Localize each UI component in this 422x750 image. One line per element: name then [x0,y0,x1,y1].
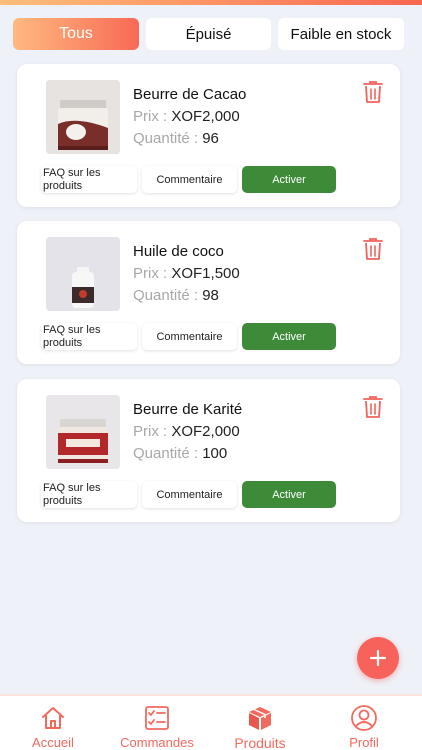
nav-label-products: Produits [234,735,286,750]
tab-low-stock[interactable]: Faible en stock [278,18,404,50]
price-value: XOF2,000 [171,423,240,440]
product-price: Prix : XOF2,000 [133,423,240,440]
coconut-oil-bottle-image [46,237,120,311]
nav-item-products[interactable]: Produits [215,696,305,750]
product-quantity: Quantité : 96 [133,130,219,147]
nav-label-profile: Profil [349,735,379,750]
quantity-value: 98 [202,287,219,304]
product-price: Prix : XOF2,000 [133,108,240,125]
nav-label-home: Accueil [32,735,74,750]
tab-all[interactable]: Tous [13,18,139,50]
product-image [46,395,120,469]
nav-item-home[interactable]: Accueil [8,696,98,750]
quantity-label: Quantité : [133,130,203,147]
product-price: Prix : XOF1,500 [133,265,240,282]
product-name: Huile de coco [133,243,224,260]
quantity-label: Quantité : [133,287,203,304]
nav-item-orders[interactable]: Commandes [112,696,202,750]
trash-icon[interactable] [363,80,383,104]
price-label: Prix : [133,265,172,282]
product-image [46,237,120,311]
add-product-button[interactable] [357,637,399,679]
comment-button[interactable]: Commentaire [142,166,237,193]
nav-item-profile[interactable]: Profil [319,696,409,750]
shea-butter-jar-image [46,395,120,469]
faq-button[interactable]: FAQ sur les produits [41,323,137,350]
user-icon [351,705,377,731]
comment-button[interactable]: Commentaire [142,481,237,508]
product-name: Beurre de Karité [133,401,243,418]
bottom-navigation: Accueil Commandes Produits Profil [0,694,422,750]
price-label: Prix : [133,423,172,440]
clipboard-check-icon [145,706,169,730]
comment-button[interactable]: Commentaire [142,323,237,350]
top-accent-strip [0,0,422,5]
price-label: Prix : [133,108,172,125]
faq-button[interactable]: FAQ sur les produits [41,166,137,193]
quantity-value: 100 [202,445,228,462]
activate-button[interactable]: Activer [242,323,336,350]
home-icon [42,707,64,729]
filter-tabs: Tous Épuisé Faible en stock [13,18,404,50]
quantity-label: Quantité : [133,445,203,462]
price-value: XOF2,000 [171,108,240,125]
price-value: XOF1,500 [171,265,240,282]
faq-button[interactable]: FAQ sur les produits [41,481,137,508]
product-image [46,80,120,154]
product-name: Beurre de Cacao [133,86,247,103]
product-quantity: Quantité : 98 [133,287,219,304]
activate-button[interactable]: Activer [242,481,336,508]
box-icon [249,707,271,730]
quantity-value: 96 [202,130,219,147]
product-card: Beurre de Karité Prix : XOF2,000 Quantit… [17,379,400,522]
plus-icon [369,649,387,667]
trash-icon[interactable] [363,395,383,419]
activate-button[interactable]: Activer [242,166,336,193]
cocoa-butter-jar-image [46,80,120,154]
trash-icon[interactable] [363,237,383,261]
tab-out-of-stock[interactable]: Épuisé [146,18,271,50]
product-card: Huile de coco Prix : XOF1,500 Quantité :… [17,221,400,364]
nav-label-orders: Commandes [120,735,194,750]
product-card: Beurre de Cacao Prix : XOF2,000 Quantité… [17,64,400,207]
product-quantity: Quantité : 100 [133,445,227,462]
